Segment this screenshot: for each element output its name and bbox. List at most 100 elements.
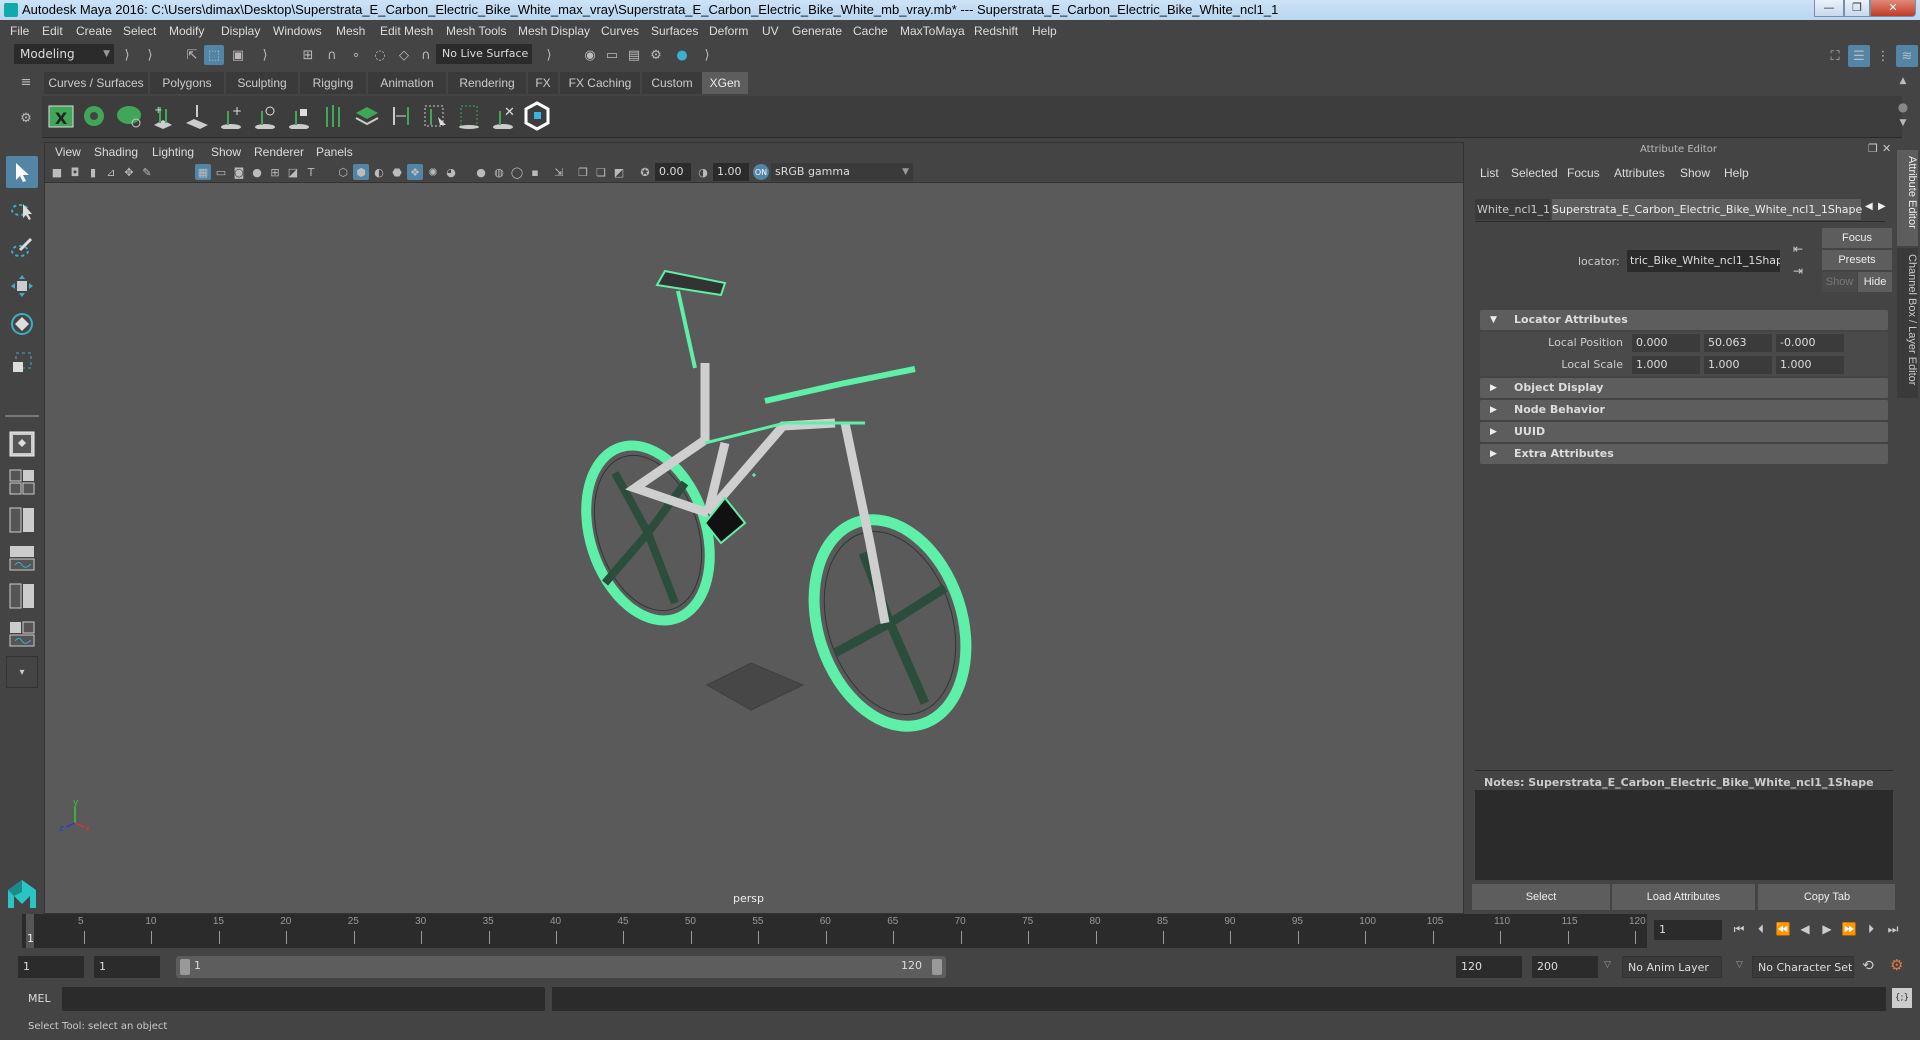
animation-end-field[interactable]: 200 [1532,956,1598,978]
menu-file[interactable]: File [10,24,29,38]
guide-length-icon[interactable] [386,101,416,131]
shelf-tab-custom[interactable]: Custom [642,72,702,94]
grid-icon[interactable]: ▦ [195,164,211,180]
redshift-logo-icon[interactable] [522,101,552,131]
smooth-shade-icon[interactable]: ⬢ [353,164,369,180]
play-backwards-icon[interactable]: ◀ [1796,920,1814,938]
menu-mesh-tools[interactable]: Mesh Tools [446,24,506,38]
motion-blur-icon[interactable]: ◍ [491,164,507,180]
attribute-editor-toggle-icon[interactable]: ☰ [1848,45,1870,67]
shelf-tab-polygons[interactable]: Polygons [150,72,224,94]
select-tool-icon[interactable] [6,156,38,188]
ae-tab-shape[interactable]: Superstrata_E_Carbon_Electric_Bike_White… [1552,199,1862,220]
lasso-tool-icon[interactable] [6,194,38,226]
tab-scroll-right-icon[interactable]: ▶ [1878,201,1886,212]
shelf-tab-fx-caching[interactable]: FX Caching [560,72,640,94]
restore-button[interactable]: ❐ [1844,0,1870,17]
viewport-persp[interactable]: View Shading Lighting Show Renderer Pane… [44,142,1464,914]
viewport-menu-shading[interactable]: Shading [94,145,138,159]
side-tab-channel-box[interactable]: Channel Box / Layer Editor [1897,248,1918,398]
textured-icon[interactable]: ❖ [407,164,423,180]
film-gate-icon[interactable]: ▭ [213,164,229,180]
collapse-arrow-icon[interactable]: ⟩ [143,46,157,64]
custom-layout-icon[interactable]: ▾ [6,656,38,688]
menu-deform[interactable]: Deform [709,24,748,38]
wireframe-on-shaded-icon[interactable]: ⬣ [389,164,405,180]
camera-attributes-icon[interactable]: ◘ [67,164,83,180]
local-scale-y[interactable]: 1.000 [1704,356,1772,374]
animation-preferences-icon[interactable]: ⚙ [1890,956,1903,974]
collapse-arrow-icon[interactable]: ⟩ [542,46,556,64]
script-editor-icon[interactable]: {;} [1892,988,1912,1008]
add-guide-icon[interactable]: + [216,101,246,131]
use-all-lights-icon[interactable]: ✺ [425,164,441,180]
delete-guides-icon[interactable]: ✕ [488,101,518,131]
current-frame-field[interactable]: 1 [1654,920,1722,940]
field-chart-icon[interactable]: ⊞ [267,164,283,180]
time-slider[interactable]: 1 5 10 15 20 25 30 35 40 45 50 55 60 65 70 75 80 85 90 95 1… [0,914,1920,950]
color-management-toggle-icon[interactable]: ON [753,164,769,180]
menu-maxtomaya[interactable]: MaxToMaya [900,24,965,38]
ae-menu-show[interactable]: Show [1680,166,1710,180]
scroll-down-icon[interactable]: ▼ [1896,116,1910,130]
minimize-button[interactable]: — [1814,0,1844,17]
menu-curves[interactable]: Curves [601,24,639,38]
sculpt-layers-icon[interactable] [352,101,382,131]
render-frame-icon[interactable]: ▭ [602,45,622,65]
load-input-icon[interactable]: ⇤ [1793,242,1803,256]
isolate-select-icon[interactable]: ⇲ [551,164,567,180]
xgen-clear-preview-icon[interactable] [114,101,144,131]
section-uuid[interactable]: ▶ UUID [1480,422,1888,442]
shadows-icon[interactable]: ◕ [443,164,459,180]
color-space-dropdown[interactable]: sRGB gamma ▼ [771,163,913,181]
xray-joints-icon[interactable]: ❏ [593,164,609,180]
snap-point-icon[interactable]: ∘ [346,45,366,65]
viewport-menu-show[interactable]: Show [211,145,241,159]
guide-boundary-icon[interactable] [454,101,484,131]
menu-surfaces[interactable]: Surfaces [651,24,698,38]
snap-grid-icon[interactable]: ⊞ [298,45,318,65]
notes-textarea[interactable] [1475,790,1893,880]
local-scale-x[interactable]: 1.000 [1632,356,1700,374]
scale-tool-icon[interactable] [6,346,38,378]
select-hierarchy-icon[interactable]: ⇱ [182,45,202,65]
menu-create[interactable]: Create [76,24,112,38]
place-guides-icon[interactable] [182,101,212,131]
load-output-icon[interactable]: ⇥ [1793,264,1803,278]
ipr-render-icon[interactable]: ▤ [624,45,644,65]
live-surface-field[interactable]: No Live Surface [436,44,532,64]
shelf-scroll-handle[interactable]: ● [1896,100,1910,114]
presets-button[interactable]: Presets [1822,250,1892,270]
animation-start-field[interactable]: 1 [18,956,84,978]
snap-curve-icon[interactable]: ∩ [322,45,342,65]
shelf-menu-icon[interactable]: ≡ [18,74,34,90]
shelf-tab-rigging[interactable]: Rigging [300,72,366,94]
menu-mesh-display[interactable]: Mesh Display [518,24,590,38]
menu-edit-mesh[interactable]: Edit Mesh [380,24,433,38]
range-start-handle[interactable] [180,959,190,975]
ae-menu-focus[interactable]: Focus [1567,166,1600,180]
step-forward-key-icon[interactable]: ⏩ [1840,920,1858,938]
persp-graph-layout-icon[interactable] [6,542,38,574]
bookmark-icon[interactable]: ▮ [85,164,101,180]
menu-help[interactable]: Help [1032,24,1057,38]
menu-display[interactable]: Display [221,24,260,38]
shelf-tab-rendering[interactable]: Rendering [448,72,526,94]
render-view-icon[interactable]: ◉ [580,45,600,65]
menu-cache[interactable]: Cache [853,24,888,38]
section-object-display[interactable]: ▶ Object Display [1480,378,1888,398]
play-forwards-icon[interactable]: ▶ [1818,920,1836,938]
step-forward-frame-icon[interactable]: ⏵ [1862,920,1880,938]
menu-mesh[interactable]: Mesh [336,24,365,38]
chevron-down-icon[interactable]: ▽ [1736,960,1743,970]
xgen-preview-icon[interactable] [80,101,110,131]
modeling-toolkit-icon[interactable]: ⛶ [1824,45,1846,67]
default-material-icon[interactable]: ◐ [371,164,387,180]
ambient-occlusion-icon[interactable]: ● [473,164,489,180]
xray-components-icon[interactable]: ◩ [611,164,627,180]
select-guides-icon[interactable] [420,101,450,131]
single-perspective-layout-icon[interactable] [6,428,38,460]
go-to-start-icon[interactable]: ⏮ [1730,920,1748,938]
depth-of-field-icon[interactable]: ▪ [527,164,543,180]
ae-menu-list[interactable]: List [1480,166,1499,180]
